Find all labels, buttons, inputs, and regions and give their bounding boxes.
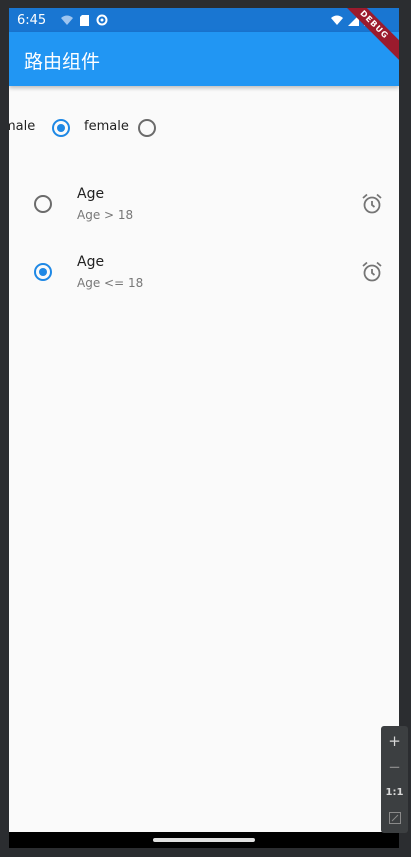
emulator-zoom-toolbar: + − 1:1 xyxy=(381,726,408,833)
list-item-subtitle: Age <= 18 xyxy=(77,276,144,290)
list-item-subtitle: Age > 18 xyxy=(77,208,134,222)
zoom-out-button[interactable]: − xyxy=(381,754,408,780)
age-over-18-radio[interactable] xyxy=(34,195,52,213)
actual-size-button[interactable]: 1:1 xyxy=(381,780,408,806)
settings-gear-icon xyxy=(96,14,108,26)
wifi-question-icon xyxy=(61,15,73,25)
female-radio[interactable] xyxy=(138,119,156,137)
fit-screen-button[interactable] xyxy=(381,806,408,832)
alarm-icon[interactable] xyxy=(361,193,383,215)
male-label: male xyxy=(9,119,36,134)
status-time: 6:45 xyxy=(17,13,47,28)
wifi-icon xyxy=(331,15,343,25)
list-item[interactable]: Age Age > 18 xyxy=(9,186,399,238)
list-item-title: Age xyxy=(77,254,105,270)
home-gesture-pill[interactable] xyxy=(153,838,255,842)
female-label: female xyxy=(84,119,129,134)
male-radio[interactable] xyxy=(52,119,70,137)
fit-screen-icon xyxy=(388,812,401,824)
sd-card-icon xyxy=(80,14,89,26)
app-bar: 路由组件 xyxy=(9,32,399,86)
list-item[interactable]: Age Age <= 18 xyxy=(9,254,399,306)
alarm-icon[interactable] xyxy=(361,261,383,283)
app-title: 路由组件 xyxy=(24,51,101,73)
zoom-in-button[interactable]: + xyxy=(381,728,408,754)
status-bar: 6:45 xyxy=(9,8,399,32)
age-under-18-radio[interactable] xyxy=(34,263,52,281)
phone-screen: 6:45 路由组件 DEBUG male female Age Age > 18… xyxy=(9,8,399,848)
gender-radio-row: male female xyxy=(9,117,399,139)
navigation-bar xyxy=(9,832,399,848)
list-item-title: Age xyxy=(77,186,105,202)
